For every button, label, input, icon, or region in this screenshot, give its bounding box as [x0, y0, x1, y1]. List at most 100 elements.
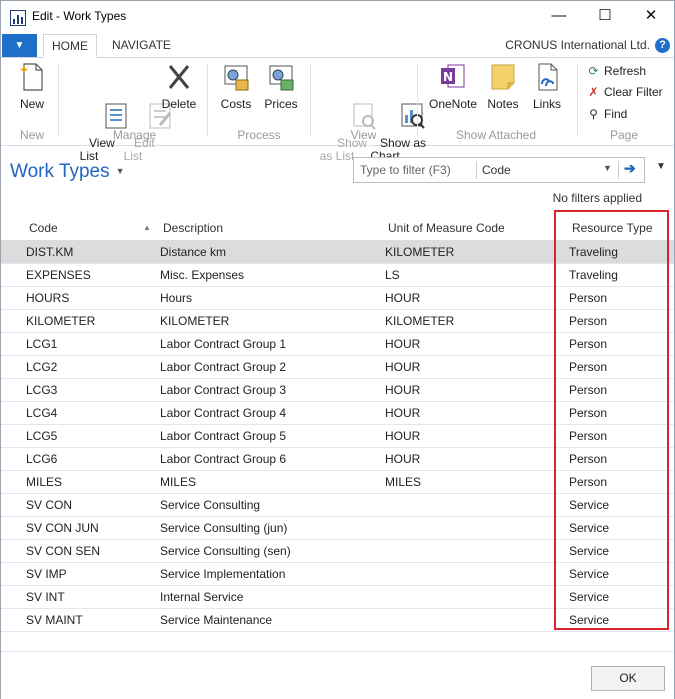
cell-description[interactable]: Labor Contract Group 4	[160, 406, 286, 420]
cell-description[interactable]: Internal Service	[160, 590, 243, 604]
links-button[interactable]: Links	[528, 60, 566, 111]
company-name[interactable]: CRONUS International Ltd.	[505, 38, 650, 52]
group-label-process: Process	[237, 128, 281, 142]
clear-filter-button[interactable]: ✗ Clear Filter	[586, 83, 663, 101]
collapse-filter-icon[interactable]: ▼	[656, 161, 666, 172]
cell-description[interactable]: Service Consulting (sen)	[160, 544, 291, 558]
cell-code[interactable]: SV CON	[26, 498, 72, 512]
cell-unit-of-measure[interactable]: HOUR	[385, 337, 420, 351]
cell-description[interactable]: Labor Contract Group 6	[160, 452, 286, 466]
tab-navigate[interactable]: NAVIGATE	[104, 34, 179, 56]
onenote-label: OneNote	[428, 97, 478, 111]
column-header-code[interactable]: Code	[29, 221, 58, 235]
maximize-button[interactable]: ☐	[582, 1, 628, 32]
new-button[interactable]: ✦ New	[13, 60, 51, 111]
cell-code[interactable]: MILES	[26, 475, 62, 489]
cell-code[interactable]: SV CON SEN	[26, 544, 100, 558]
cell-code[interactable]: KILOMETER	[26, 314, 95, 328]
cell-code[interactable]: SV CON JUN	[26, 521, 99, 535]
cell-code[interactable]: LCG6	[26, 452, 57, 466]
cell-unit-of-measure[interactable]: HOUR	[385, 383, 420, 397]
cell-unit-of-measure[interactable]: MILES	[385, 475, 421, 489]
cell-description[interactable]: Service Implementation	[160, 567, 285, 581]
cell-description[interactable]: Misc. Expenses	[160, 268, 244, 282]
clear-filter-icon: ✗	[588, 85, 599, 99]
cell-description[interactable]: Service Maintenance	[160, 613, 272, 627]
cell-code[interactable]: LCG4	[26, 406, 57, 420]
page-title[interactable]: Work Types ▼	[10, 161, 125, 183]
cell-code[interactable]: LCG5	[26, 429, 57, 443]
title-bar: Edit - Work Types — ☐ ✕	[1, 1, 674, 32]
cell-code[interactable]: SV MAINT	[26, 613, 83, 627]
delete-label: Delete	[161, 97, 197, 111]
cell-unit-of-measure[interactable]: LS	[385, 268, 400, 282]
delete-button[interactable]: Delete	[158, 60, 200, 111]
prices-label: Prices	[264, 97, 298, 111]
onenote-button[interactable]: N OneNote	[426, 60, 480, 111]
notes-button[interactable]: Notes	[484, 60, 522, 111]
cell-unit-of-measure[interactable]: KILOMETER	[385, 314, 454, 328]
filter-field-select[interactable]: Code	[482, 163, 511, 177]
cell-code[interactable]: DIST.KM	[26, 245, 73, 259]
cell-unit-of-measure[interactable]: HOUR	[385, 406, 420, 420]
refresh-label: Refresh	[604, 64, 647, 78]
cell-code[interactable]: LCG2	[26, 360, 57, 374]
chevron-down-icon: ▼	[115, 166, 125, 176]
column-header-unit-of-measure[interactable]: Unit of Measure Code	[388, 221, 505, 235]
column-header-description[interactable]: Description	[163, 221, 223, 235]
cell-description[interactable]: Labor Contract Group 3	[160, 383, 286, 397]
cell-unit-of-measure[interactable]: HOUR	[385, 291, 420, 305]
ribbon: ✦ New View List Edit List Delete New Man…	[1, 58, 674, 163]
costs-label: Costs	[220, 97, 252, 111]
cell-code[interactable]: HOURS	[26, 291, 69, 305]
filter-field-dropdown-icon[interactable]: ▼	[603, 163, 612, 173]
minimize-button[interactable]: —	[536, 1, 582, 32]
cell-description[interactable]: MILES	[160, 475, 196, 489]
costs-gear-icon	[222, 62, 250, 92]
edit-list-button[interactable]: Edit List	[114, 60, 171, 176]
filter-separator	[618, 161, 619, 179]
app-menu-dropdown[interactable]: ▼	[2, 34, 37, 57]
filter-input[interactable]: Type to filter (F3)	[360, 163, 451, 177]
cell-description[interactable]: Labor Contract Group 5	[160, 429, 286, 443]
cell-unit-of-measure[interactable]: KILOMETER	[385, 245, 454, 259]
show-as-list-button[interactable]: Show as List	[317, 60, 376, 176]
cell-description[interactable]: Service Consulting (jun)	[160, 521, 287, 535]
cell-description[interactable]: KILOMETER	[160, 314, 229, 328]
links-icon	[533, 62, 561, 92]
close-button[interactable]: ✕	[628, 1, 674, 32]
cell-code[interactable]: SV IMP	[26, 567, 67, 581]
cell-unit-of-measure[interactable]: HOUR	[385, 360, 420, 374]
ok-button[interactable]: OK	[591, 666, 665, 691]
prices-button[interactable]: Prices	[260, 60, 302, 111]
edit-work-types-window: Edit - Work Types — ☐ ✕ ▼ HOME NAVIGATE …	[0, 0, 675, 699]
cell-code[interactable]: LCG3	[26, 383, 57, 397]
costs-button[interactable]: Costs	[216, 60, 256, 111]
cell-description[interactable]: Labor Contract Group 1	[160, 337, 286, 351]
find-button[interactable]: ⚲ Find	[586, 105, 627, 123]
show-as-list-icon	[323, 88, 376, 130]
cell-unit-of-measure[interactable]: HOUR	[385, 429, 420, 443]
cell-description[interactable]: Hours	[160, 291, 192, 305]
cell-description[interactable]: Service Consulting	[160, 498, 260, 512]
filter-go-arrow-icon[interactable]: ➔	[624, 160, 636, 177]
cell-unit-of-measure[interactable]: HOUR	[385, 452, 420, 466]
view-list-button[interactable]: View List	[69, 60, 127, 176]
refresh-button[interactable]: ⟳ Refresh	[586, 62, 646, 80]
edit-list-icon	[119, 88, 171, 129]
group-label-new: New	[19, 128, 44, 142]
tab-home[interactable]: HOME	[43, 34, 97, 58]
cell-description[interactable]: Distance km	[160, 245, 226, 259]
footer-bar: OK	[1, 651, 674, 699]
cell-code[interactable]: LCG1	[26, 337, 57, 351]
cell-description[interactable]: Labor Contract Group 2	[160, 360, 286, 374]
cell-code[interactable]: SV INT	[26, 590, 65, 604]
cell-code[interactable]: EXPENSES	[26, 268, 91, 282]
page-title-text: Work Types	[10, 161, 110, 182]
ribbon-separator	[58, 64, 59, 136]
help-icon[interactable]: ?	[655, 38, 670, 53]
onenote-icon: N	[439, 62, 467, 92]
app-chart-icon	[10, 10, 26, 26]
clear-filter-label: Clear Filter	[604, 85, 663, 99]
find-label: Find	[604, 107, 628, 121]
